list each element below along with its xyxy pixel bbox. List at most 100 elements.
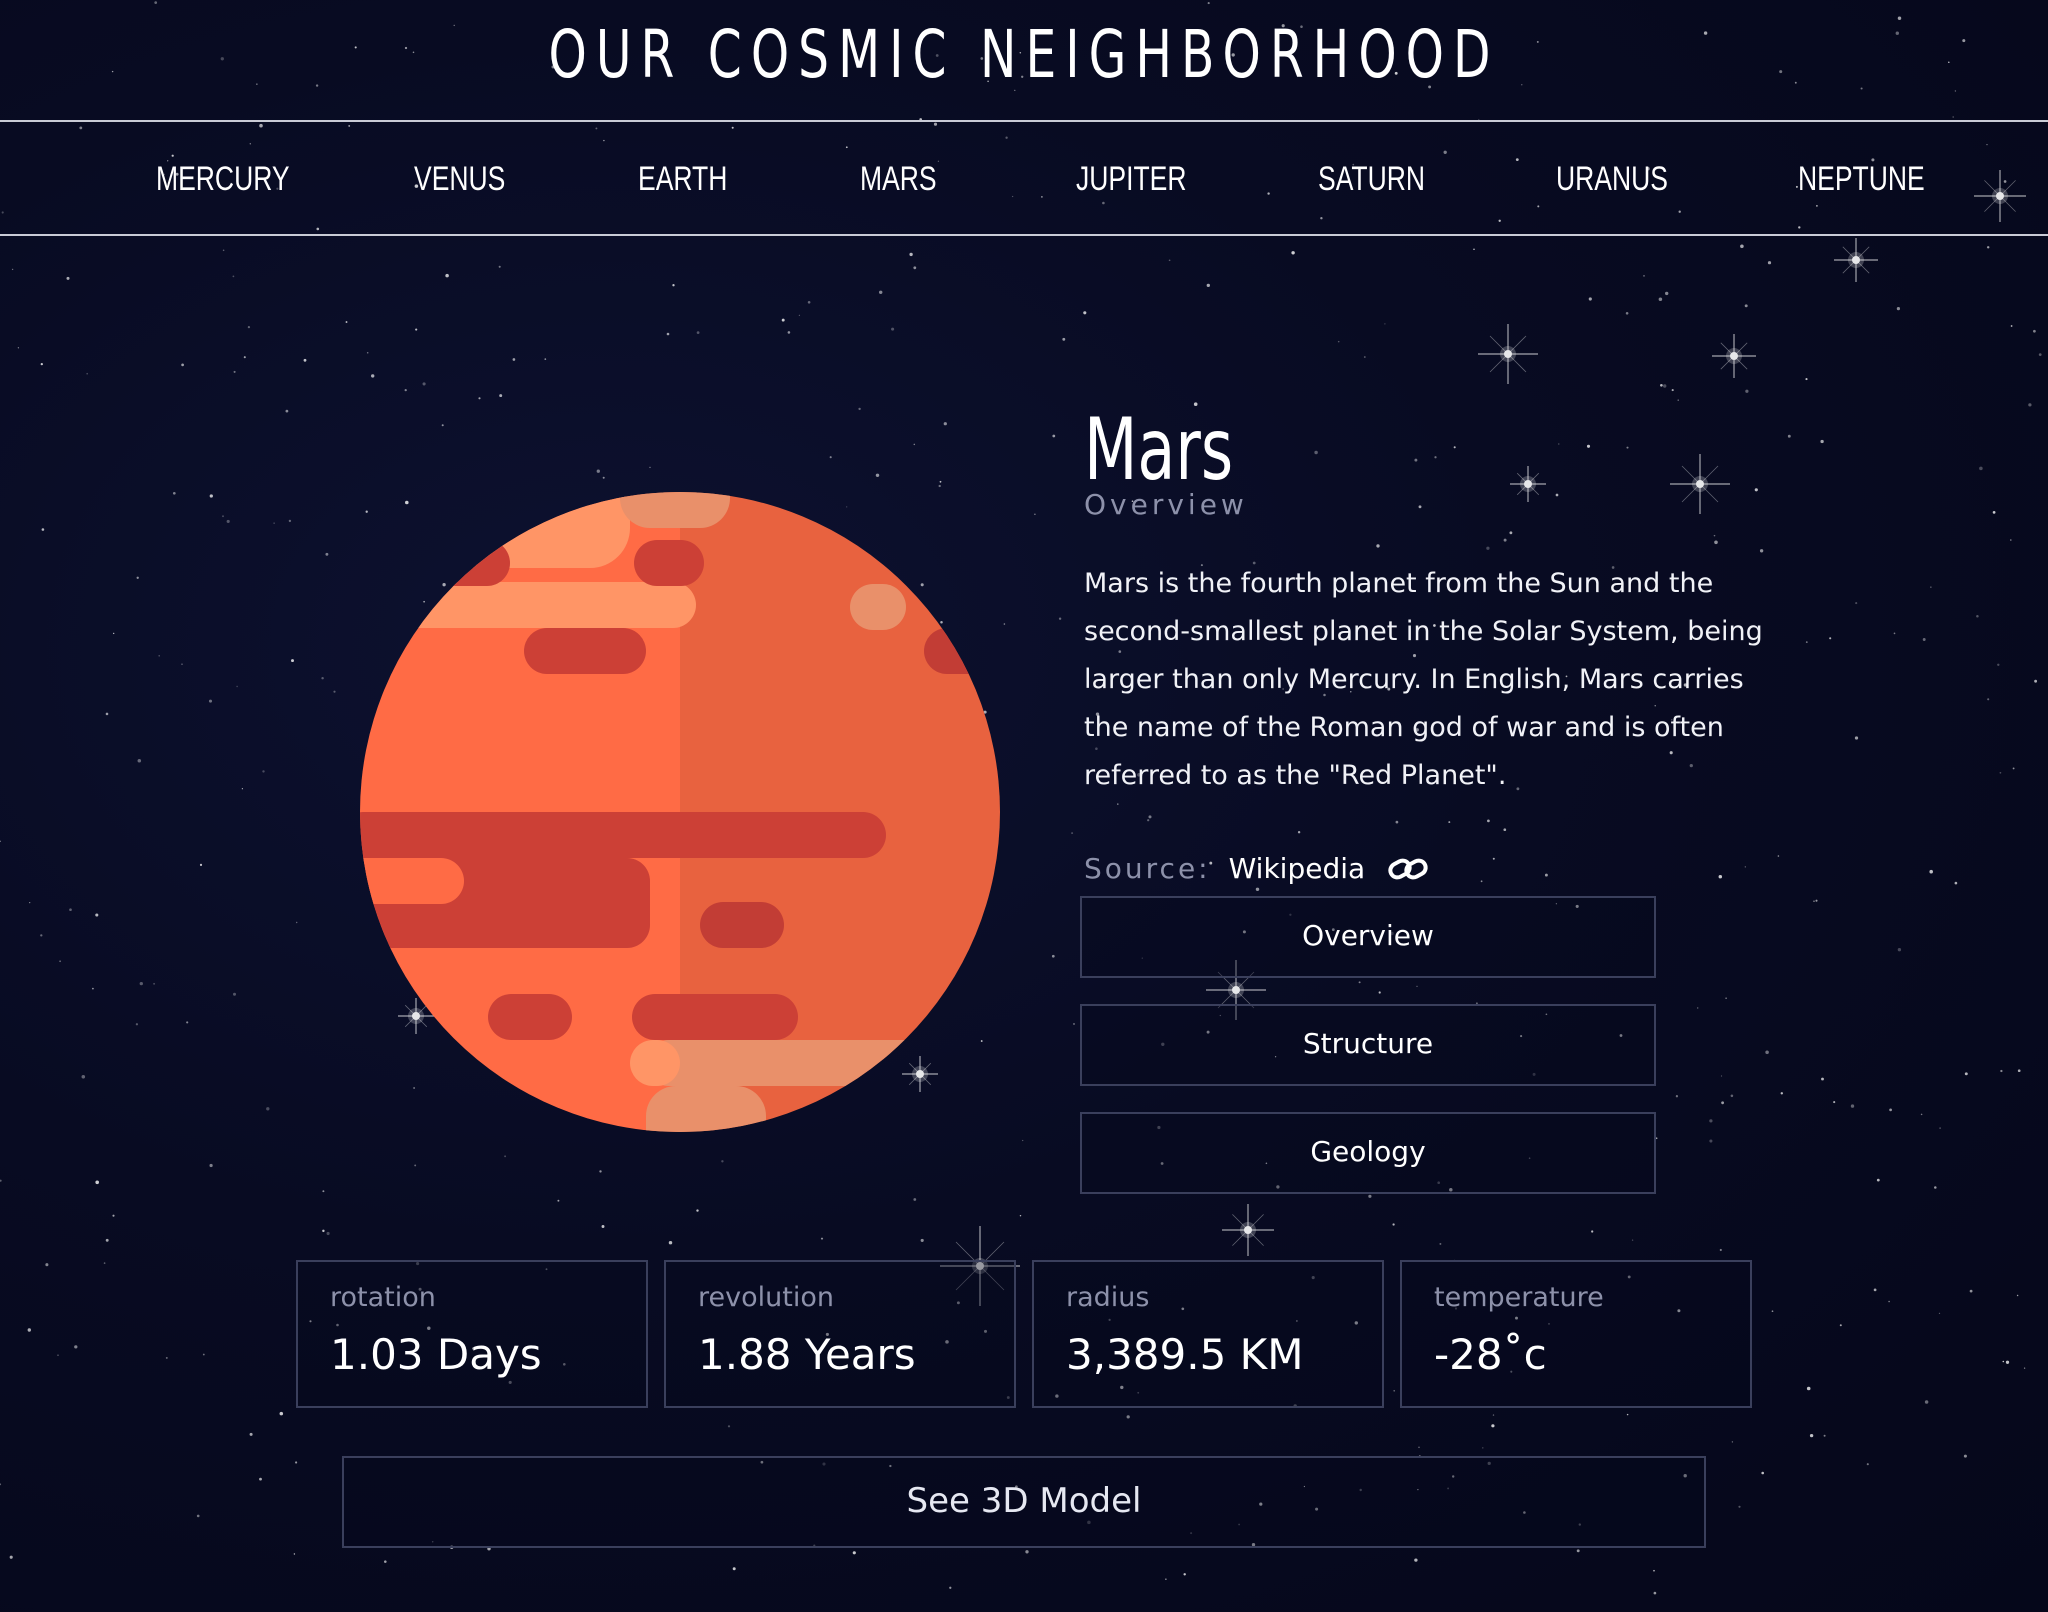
star-dot [1671, 389, 1674, 392]
star-dot [137, 758, 142, 763]
star-dot [2033, 329, 2036, 333]
star-dot [1058, 617, 1062, 620]
star-dot [1813, 900, 1815, 902]
star-dot [1492, 1414, 1495, 1416]
nav-item-mercury[interactable]: MERCURY [156, 160, 290, 199]
star-dot [415, 328, 418, 331]
star-dot [0, 840, 1, 842]
star-dot [445, 273, 449, 278]
star-dot [1839, 1324, 1842, 1327]
star-dot [247, 325, 251, 329]
tab-geology[interactable]: Geology [1080, 1112, 1656, 1194]
star-dot [74, 1345, 78, 1349]
star-dot [1720, 1075, 1723, 1077]
sparkle-star [1478, 324, 1538, 384]
star-dot [544, 358, 547, 360]
star-dot [135, 1023, 139, 1026]
nav-item-earth[interactable]: EARTH [638, 160, 727, 199]
star-dot [1384, 323, 1386, 325]
stat-label: radius [1066, 1282, 1150, 1313]
star-dot [1126, 1415, 1130, 1419]
star-dot [1725, 997, 1727, 999]
star-dot [721, 1160, 724, 1163]
star-dot [1754, 488, 1758, 492]
star-dot [285, 409, 289, 413]
star-dot [1986, 246, 1990, 249]
see-3d-model-button[interactable]: See 3D Model [342, 1456, 1706, 1548]
nav-item-venus[interactable]: VENUS [414, 160, 505, 199]
sparkle-star [1222, 1204, 1274, 1256]
tab-overview[interactable]: Overview [1080, 896, 1656, 978]
star-dot [696, 331, 700, 334]
star-dot [1019, 1214, 1022, 1217]
star-dot [1418, 505, 1422, 509]
planet-name: Mars [1084, 400, 1234, 500]
star-dot [1368, 1194, 1372, 1198]
star-dot [1022, 1139, 1024, 1142]
star-dot [103, 1262, 106, 1264]
star-dot [57, 1354, 59, 1356]
star-dot [1073, 1023, 1075, 1025]
star-dot [1492, 857, 1495, 860]
star-dot [1889, 1108, 1892, 1112]
nav-item-saturn[interactable]: SATURN [1318, 160, 1425, 199]
nav-item-mars[interactable]: MARS [860, 160, 937, 199]
star-dot [1929, 869, 1933, 874]
star-dot [1713, 534, 1716, 537]
star-dot [139, 981, 143, 986]
star-dot [241, 788, 243, 790]
star-dot [1866, 1463, 1869, 1466]
star-dot [1439, 1242, 1442, 1245]
star-dot [1168, 259, 1171, 262]
star-dot [1378, 991, 1381, 994]
star-dot [1823, 1434, 1826, 1437]
star-dot [1003, 623, 1006, 625]
nav-item-neptune[interactable]: NEPTUNE [1798, 160, 1925, 199]
star-dot [1395, 820, 1399, 824]
star-dot [1787, 434, 1791, 438]
planet-nav: MERCURY VENUS EARTH MARS JUPITER SATURN … [0, 120, 2048, 236]
star-dot [1588, 297, 1592, 301]
star-dot [1291, 251, 1295, 255]
star-dot [1165, 1578, 1167, 1580]
star-dot [1938, 1312, 1941, 1315]
star-dot [1677, 399, 1679, 401]
source-row: Source: Wikipedia [1084, 852, 1429, 885]
wikipedia-link[interactable]: Wikipedia [1229, 852, 1366, 885]
star-dot [95, 1180, 99, 1185]
star-dot [1962, 39, 1966, 43]
star-dot [1969, 1289, 1973, 1293]
star-dot [111, 70, 114, 73]
star-dot [1730, 1094, 1734, 1098]
stat-card-revolution: revolution 1.88 Years [664, 1260, 1016, 1408]
star-dot [1358, 981, 1361, 984]
sparkle-star [1510, 466, 1546, 502]
star-dot [1718, 874, 1723, 879]
star-dot [296, 921, 298, 924]
sparkle-star [1712, 334, 1756, 378]
star-dot [1473, 248, 1475, 250]
star-dot [1854, 736, 1859, 740]
star-dot [1663, 384, 1667, 388]
star-dot [939, 480, 942, 483]
tab-structure[interactable]: Structure [1080, 1004, 1656, 1086]
nav-item-jupiter[interactable]: JUPITER [1076, 160, 1187, 199]
star-dot [1653, 1591, 1657, 1595]
star-dot [2010, 539, 2012, 541]
star-dot [81, 1075, 86, 1079]
star-dot [1979, 466, 1983, 471]
star-dot [666, 332, 670, 336]
star-dot [1759, 549, 1764, 553]
star-dot [441, 424, 444, 427]
star-dot [66, 276, 70, 280]
nav-item-uranus[interactable]: URANUS [1556, 160, 1668, 199]
star-dot [1643, 275, 1645, 277]
star-dot [208, 699, 213, 703]
link-icon[interactable] [1387, 854, 1429, 884]
star-dot [852, 1551, 856, 1555]
star-dot [1052, 434, 1056, 438]
star-dot [1625, 312, 1629, 315]
star-dot [1744, 304, 1748, 308]
star-dot [1660, 383, 1663, 387]
star-dot [422, 382, 426, 386]
